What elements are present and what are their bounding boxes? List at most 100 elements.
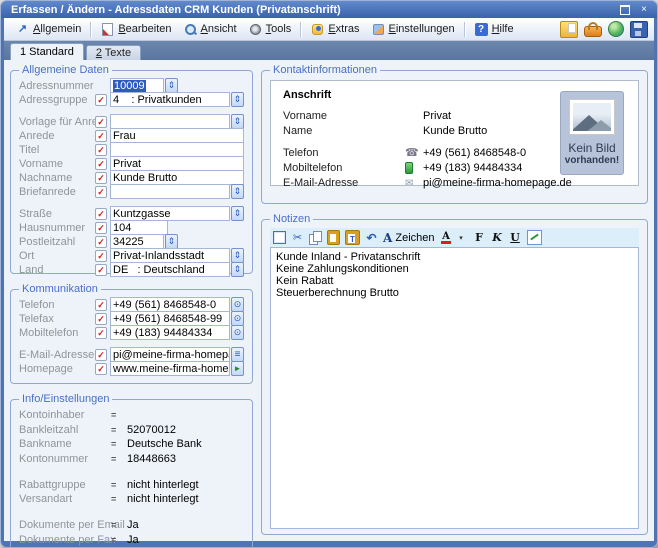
adressgruppe-input[interactable]: 4 : Privatkunden — [110, 92, 230, 107]
edit-check-icon[interactable]: ✓ — [95, 363, 107, 375]
briefanrede-dropdown[interactable]: ⇕ — [231, 184, 244, 199]
field-value: 104 — [113, 222, 131, 234]
menu-item-hilfe[interactable]: ? Hilfe — [469, 21, 520, 38]
contact-value: +49 (183) 94484334 — [423, 162, 522, 174]
field-row-titel: Titel ✓ — [19, 143, 244, 156]
mobiltelefon-input[interactable]: +49 (183) 94484334 — [110, 325, 230, 340]
menu-item-allgemein[interactable]: ↗ Allgemein — [10, 21, 87, 38]
equals-icon: = — [111, 425, 127, 435]
ort-dropdown[interactable]: ⇕ — [231, 248, 244, 263]
menu-item-bearbeiten[interactable]: Bearbeiten — [95, 21, 177, 38]
info-row-dokumente-fax: Dokumente per Fax = Ja — [19, 533, 244, 546]
edit-check-icon[interactable]: ✓ — [95, 172, 107, 184]
edit-check-icon[interactable]: ✓ — [95, 236, 107, 248]
homepage-input[interactable]: www.meine-firma-homepage.de — [110, 361, 230, 376]
strasse-dropdown[interactable]: ⇕ — [231, 206, 244, 221]
hausnummer-input[interactable]: 104 — [110, 220, 168, 235]
restore-button[interactable] — [618, 4, 632, 16]
postleitzahl-input[interactable]: 34225 — [110, 234, 164, 249]
email-input[interactable]: pi@meine-firma-homepage.de — [110, 347, 230, 362]
menu-item-extras[interactable]: Extras — [305, 21, 365, 38]
postleitzahl-spinner[interactable]: ⇕ — [165, 234, 178, 249]
italic-button[interactable]: K — [491, 230, 504, 245]
ort-input[interactable]: Privat-Inlandsstadt — [110, 248, 230, 263]
titel-input[interactable] — [110, 142, 244, 157]
equals-icon: = — [111, 480, 127, 490]
no-image-placeholder: Kein Bild vorhanden! — [560, 91, 624, 175]
edit-check-icon[interactable]: ✓ — [95, 222, 107, 234]
telefon-input[interactable]: +49 (561) 8468548-0 — [110, 297, 230, 312]
lock-button[interactable] — [584, 26, 602, 37]
edit-check-icon[interactable]: ✓ — [95, 186, 107, 198]
nachname-input[interactable]: Kunde Brutto — [110, 170, 244, 185]
edit-check-icon[interactable]: ✓ — [95, 94, 107, 106]
paste-button[interactable] — [327, 230, 340, 245]
menu-label: Extras — [328, 23, 359, 35]
undo-button[interactable]: ↶ — [365, 230, 378, 245]
anrede-input[interactable]: Frau — [110, 128, 244, 143]
edit-check-icon[interactable]: ✓ — [95, 327, 107, 339]
telefon-dial-button[interactable]: ⊙ — [231, 297, 244, 312]
contact-value: Privat — [423, 110, 451, 122]
tab-texte[interactable]: 2 Texte — [86, 45, 141, 61]
edit-check-icon[interactable]: ✓ — [95, 130, 107, 142]
land-input[interactable]: DE : Deutschland — [110, 262, 230, 277]
telefax-dial-button[interactable]: ⊙ — [231, 311, 244, 326]
field-value: Kuntzgasse — [113, 208, 170, 220]
group-gap — [19, 107, 244, 114]
notes-textarea[interactable]: Kunde Inland - Privatanschrift Keine Zah… — [270, 247, 639, 529]
edit-check-icon[interactable]: ✓ — [95, 208, 107, 220]
section-allgemeine-daten: Allgemeine Daten Adressnummer 10009 ⇕ Ad… — [10, 64, 253, 274]
font-button[interactable]: A Zeichen — [383, 230, 435, 245]
briefanrede-input[interactable] — [110, 184, 230, 199]
menu-item-einstellungen[interactable]: Einstellungen — [366, 21, 461, 38]
maximize-editor-button[interactable] — [273, 230, 286, 245]
bold-button[interactable]: F — [473, 230, 486, 245]
adressgruppe-dropdown[interactable]: ⇕ — [231, 92, 244, 107]
info-value: 18448663 — [127, 453, 176, 465]
font-color-dropdown-icon[interactable]: ▾ — [455, 230, 468, 245]
edit-check-icon[interactable]: ✓ — [95, 264, 107, 276]
section-kontaktinformationen: Kontaktinformationen Anschrift Vorname P… — [261, 64, 648, 204]
email-action-button[interactable]: ≡ — [231, 347, 244, 362]
edit-check-icon[interactable]: ✓ — [95, 250, 107, 262]
close-button[interactable]: × — [637, 4, 651, 16]
edit-note-button[interactable] — [527, 230, 542, 245]
menu-item-ansicht[interactable]: Ansicht — [178, 21, 243, 38]
vorname-input[interactable]: Privat — [110, 156, 244, 171]
field-row-adressnummer: Adressnummer 10009 ⇕ — [19, 79, 244, 92]
selected-text: 10009 — [113, 80, 146, 92]
app-window: Erfassen / Ändern - Adressdaten CRM Kund… — [0, 0, 658, 548]
address-export-button[interactable] — [560, 21, 578, 38]
font-color-button[interactable]: A — [440, 230, 453, 245]
globe-button[interactable] — [608, 21, 624, 37]
vorlage-anrede-dropdown[interactable]: ⇕ — [231, 114, 244, 129]
equals-icon: = — [111, 454, 127, 464]
copy-button[interactable] — [309, 231, 322, 244]
edit-check-icon[interactable]: ✓ — [95, 313, 107, 325]
mobiltelefon-dial-button[interactable]: ⊙ — [231, 325, 244, 340]
save-button[interactable] — [630, 21, 648, 38]
menu-item-tools[interactable]: Tools — [243, 21, 298, 38]
homepage-open-button[interactable]: ► — [231, 361, 244, 376]
field-value: Privat — [113, 158, 141, 170]
edit-check-icon[interactable]: ✓ — [95, 349, 107, 361]
phone-icon: ☎ — [405, 147, 423, 159]
menu-separator — [300, 22, 302, 37]
contact-value: +49 (561) 8468548-0 — [423, 147, 526, 159]
edit-check-icon[interactable]: ✓ — [95, 144, 107, 156]
edit-check-icon[interactable]: ✓ — [95, 158, 107, 170]
land-dropdown[interactable]: ⇕ — [231, 262, 244, 277]
underline-button[interactable]: U — [509, 230, 522, 245]
adressnummer-spinner[interactable]: ⇕ — [165, 78, 178, 93]
edit-check-icon[interactable]: ✓ — [95, 299, 107, 311]
edit-check-icon[interactable]: ✓ — [95, 116, 107, 128]
vorlage-anrede-input[interactable] — [110, 114, 230, 129]
strasse-input[interactable]: Kuntzgasse — [110, 206, 230, 221]
cut-button[interactable]: ✂ — [291, 230, 304, 245]
tab-standard[interactable]: 1 Standard — [10, 43, 84, 60]
field-row-adressgruppe: Adressgruppe ✓ 4 : Privatkunden ⇕ — [19, 93, 244, 106]
paste-text-button[interactable]: T — [345, 230, 360, 245]
telefax-input[interactable]: +49 (561) 8468548-99 — [110, 311, 230, 326]
adressnummer-input[interactable]: 10009 — [110, 78, 164, 93]
